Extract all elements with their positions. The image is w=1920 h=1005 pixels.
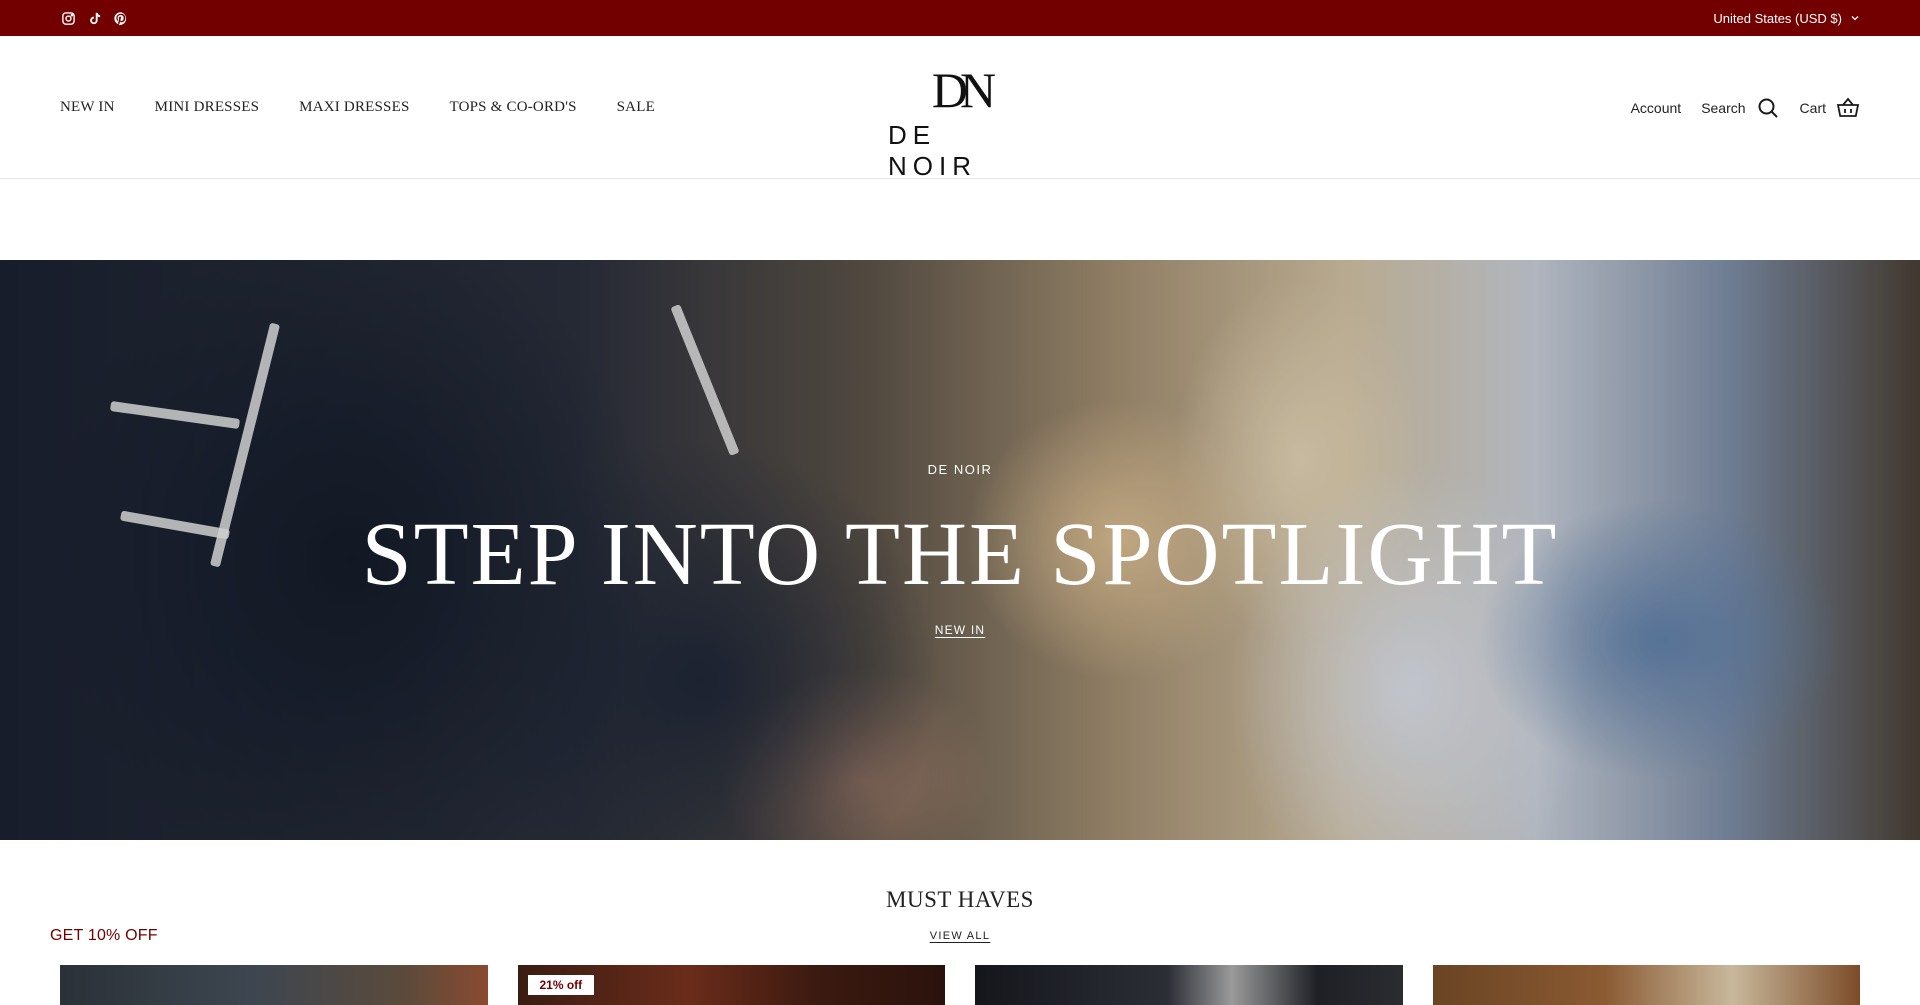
- search-label: Search: [1701, 99, 1746, 116]
- product-card[interactable]: 21% off: [517, 965, 945, 1005]
- logo-monogram: DN: [931, 62, 996, 118]
- hero-title: STEP INTO THE SPOTLIGHT: [361, 505, 1559, 604]
- instagram-icon[interactable]: [60, 10, 76, 26]
- nav-item-maxi-dresses[interactable]: MAXI DRESSES: [299, 99, 409, 116]
- main-nav: NEW IN MINI DRESSES MAXI DRESSES TOPS & …: [60, 36, 655, 179]
- cart-label: Cart: [1799, 99, 1826, 116]
- social-links: [60, 10, 128, 26]
- product-card[interactable]: [1432, 965, 1860, 1005]
- header-actions: Account Search Cart: [1631, 36, 1860, 179]
- nav-item-sale[interactable]: SALE: [617, 99, 655, 116]
- basket-icon: [1836, 97, 1860, 117]
- hero-content: DE NOIR STEP INTO THE SPOTLIGHT NEW IN: [0, 260, 1920, 840]
- product-grid: 21% off: [60, 965, 1860, 1005]
- cart-button[interactable]: Cart: [1800, 96, 1860, 120]
- account-label: Account: [1630, 99, 1682, 116]
- tiktok-icon[interactable]: [86, 10, 102, 26]
- section-title: MUST HAVES: [886, 887, 1034, 912]
- hero-kicker: DE NOIR: [927, 462, 993, 477]
- search-icon: [1758, 98, 1778, 118]
- hero-cta-link[interactable]: NEW IN: [935, 623, 986, 637]
- pinterest-icon[interactable]: [112, 10, 128, 26]
- site-header: NEW IN MINI DRESSES MAXI DRESSES TOPS & …: [0, 36, 1920, 181]
- discount-badge: 21% off: [527, 975, 595, 995]
- view-all-link[interactable]: VIEW ALL: [930, 930, 991, 942]
- nav-item-mini-dresses[interactable]: MINI DRESSES: [155, 99, 260, 116]
- hero-banner[interactable]: DE NOIR STEP INTO THE SPOTLIGHT NEW IN: [0, 260, 1920, 840]
- nav-item-tops-co-ords[interactable]: TOPS & CO-ORD'S: [450, 99, 577, 116]
- search-button[interactable]: Search: [1701, 96, 1779, 120]
- product-card[interactable]: [60, 965, 488, 1005]
- currency-selector[interactable]: United States (USD $): [1713, 11, 1860, 26]
- logo-wordmark: DE NOIR: [888, 120, 977, 181]
- product-card[interactable]: [975, 965, 1403, 1005]
- announcement-bar: United States (USD $): [0, 0, 1920, 36]
- brand-logo[interactable]: DN DE NOIR: [888, 62, 1032, 181]
- discount-popup-tab[interactable]: GET 10% OFF: [50, 927, 158, 945]
- currency-label: United States (USD $): [1713, 10, 1842, 26]
- nav-item-new-in[interactable]: NEW IN: [60, 99, 115, 116]
- chevron-down-icon: [1851, 16, 1859, 21]
- account-link[interactable]: Account: [1631, 100, 1682, 116]
